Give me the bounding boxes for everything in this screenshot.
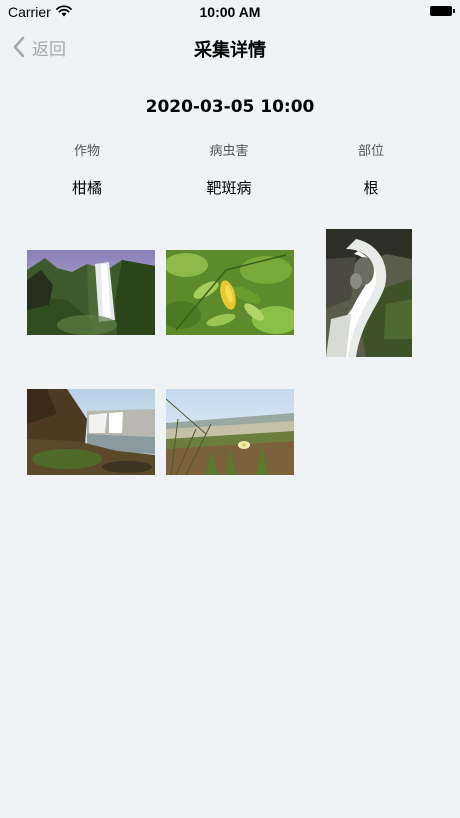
part-field: 部位 根 [311,140,431,198]
beach-grass-image [166,389,294,475]
record-datetime: 2020-03-05 10:00 [145,97,315,117]
page-title: 采集详情 [194,40,266,61]
navigation-bar: 返回 采集详情 [0,24,460,70]
crop-label: 作物 [73,144,100,159]
photo-thumbnail-waterfall-cliff[interactable] [27,250,155,335]
photo-thumbnail-stream-rocks[interactable] [326,229,412,357]
crop-field: 作物 柑橘 [27,140,147,198]
photo-thumbnail-waterfall-shore[interactable] [27,389,155,475]
pest-field: 病虫害 靶斑病 [169,140,289,198]
part-value: 根 [363,179,379,197]
stream-rocks-image [326,229,412,357]
status-bar: Carrier 10:00 AM [0,0,460,24]
waterfall-shore-image [27,389,155,475]
part-label: 部位 [357,144,384,159]
photo-thumbnail-citrus-leaves[interactable] [166,250,294,335]
crop-value: 柑橘 [71,179,102,197]
photo-thumbnail-beach-grass[interactable] [166,389,294,475]
waterfall-cliff-image [27,250,155,335]
battery-icon [430,6,455,16]
status-time: 10:00 AM [199,4,261,20]
pest-value: 靶斑病 [206,179,252,197]
citrus-leaves-image [166,250,294,335]
pest-label: 病虫害 [209,144,249,159]
